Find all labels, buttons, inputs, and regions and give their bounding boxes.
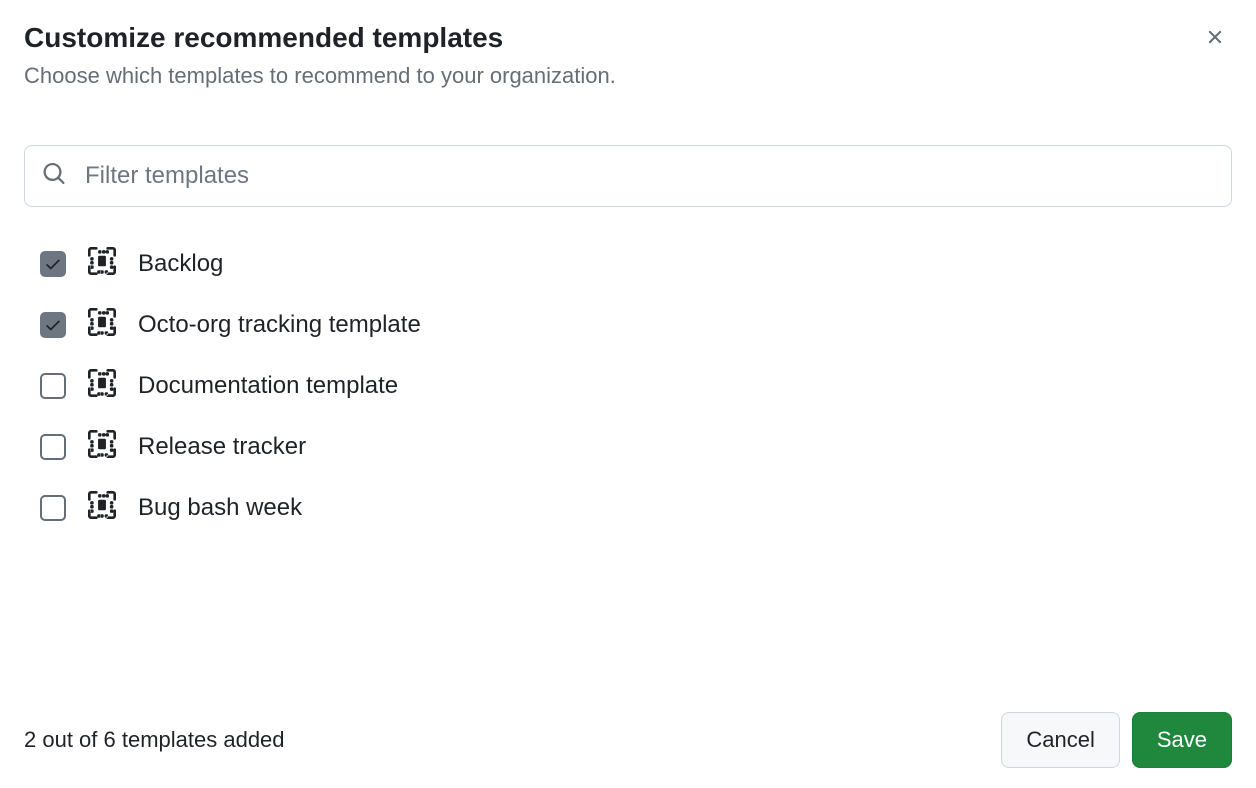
template-row-octo-org[interactable]: Octo-org tracking template bbox=[40, 308, 1232, 341]
project-template-icon bbox=[88, 491, 116, 524]
checkbox-unchecked[interactable] bbox=[40, 373, 66, 399]
checkbox-checked[interactable] bbox=[40, 312, 66, 338]
project-template-icon bbox=[88, 247, 116, 280]
close-icon bbox=[1204, 26, 1226, 51]
project-template-icon bbox=[88, 369, 116, 402]
template-label: Release tracker bbox=[138, 433, 306, 461]
footer-buttons: Cancel Save bbox=[1001, 712, 1232, 768]
checkbox-checked[interactable] bbox=[40, 251, 66, 277]
save-button[interactable]: Save bbox=[1132, 712, 1232, 768]
filter-templates-input[interactable] bbox=[24, 145, 1232, 207]
template-label: Octo-org tracking template bbox=[138, 311, 421, 339]
project-template-icon bbox=[88, 308, 116, 341]
search-wrapper bbox=[24, 145, 1232, 207]
templates-count-status: 2 out of 6 templates added bbox=[24, 727, 285, 753]
dialog-subtitle: Choose which templates to recommend to y… bbox=[24, 63, 1232, 89]
template-row-backlog[interactable]: Backlog bbox=[40, 247, 1232, 280]
project-template-icon bbox=[88, 430, 116, 463]
template-row-bug-bash[interactable]: Bug bash week bbox=[40, 491, 1232, 524]
template-row-release-tracker[interactable]: Release tracker bbox=[40, 430, 1232, 463]
template-row-documentation[interactable]: Documentation template bbox=[40, 369, 1232, 402]
dialog-title: Customize recommended templates bbox=[24, 20, 503, 56]
dialog-header: Customize recommended templates bbox=[24, 20, 1232, 57]
checkbox-unchecked[interactable] bbox=[40, 434, 66, 460]
cancel-button[interactable]: Cancel bbox=[1001, 712, 1119, 768]
dialog-footer: 2 out of 6 templates added Cancel Save bbox=[24, 692, 1232, 768]
template-label: Backlog bbox=[138, 250, 223, 278]
template-label: Documentation template bbox=[138, 372, 398, 400]
checkbox-unchecked[interactable] bbox=[40, 495, 66, 521]
template-list: Backlog Octo-org tracking template Docum… bbox=[24, 247, 1232, 692]
customize-templates-dialog: Customize recommended templates Choose w… bbox=[0, 0, 1256, 788]
close-button[interactable] bbox=[1198, 20, 1232, 57]
template-label: Bug bash week bbox=[138, 494, 302, 522]
